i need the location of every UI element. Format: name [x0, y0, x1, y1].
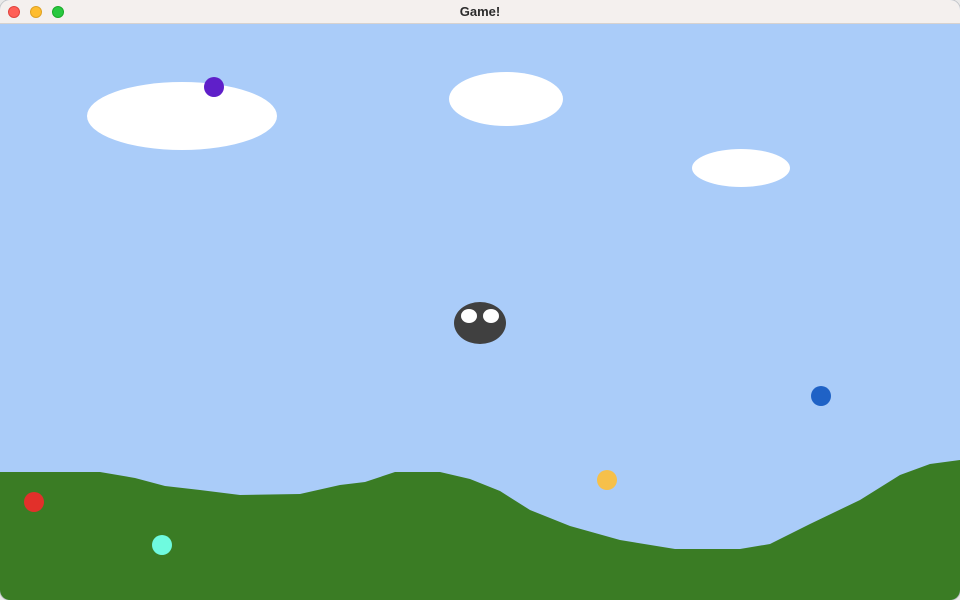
- player[interactable]: [454, 302, 506, 344]
- game-window: Game!: [0, 0, 960, 600]
- player-body: [454, 302, 506, 344]
- aqua-orb[interactable]: [152, 535, 172, 555]
- blue-orb[interactable]: [811, 386, 831, 406]
- player-right-eye: [483, 309, 499, 323]
- game-canvas[interactable]: [0, 24, 960, 600]
- cloud: [449, 72, 563, 126]
- yellow-orb[interactable]: [597, 470, 617, 490]
- player-left-eye: [461, 309, 477, 323]
- red-orb[interactable]: [24, 492, 44, 512]
- purple-orb[interactable]: [204, 77, 224, 97]
- title-bar[interactable]: Game!: [0, 0, 960, 24]
- cloud: [692, 149, 790, 187]
- cloud: [87, 82, 277, 150]
- window-title: Game!: [459, 4, 501, 19]
